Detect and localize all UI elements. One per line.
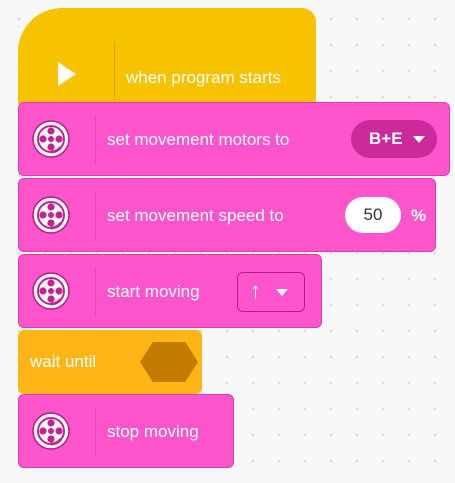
motor-ports-value: B+E — [369, 129, 403, 148]
play-icon — [58, 62, 76, 86]
when-program-starts-block[interactable]: when program starts — [18, 8, 316, 104]
block-divider — [95, 115, 96, 165]
block-label: set movement speed to — [107, 206, 284, 225]
block-label: stop moving — [107, 422, 199, 441]
motor-ports-dropdown[interactable]: B+E — [351, 120, 437, 158]
condition-slot[interactable] — [140, 342, 198, 382]
block-label: wait until — [30, 352, 97, 371]
chevron-down-icon — [412, 136, 425, 144]
motor-icon — [31, 271, 71, 311]
wait-until-block[interactable]: wait until — [18, 330, 202, 394]
stop-moving-block[interactable]: stop moving — [18, 394, 234, 468]
motor-icon — [31, 119, 71, 159]
block-divider — [95, 191, 96, 241]
start-moving-block[interactable]: start moving ↑ — [18, 254, 322, 328]
block-label: start moving — [107, 282, 200, 301]
block-label: when program starts — [126, 68, 281, 87]
block-label: set movement motors to — [107, 130, 290, 149]
motor-icon — [31, 195, 71, 235]
block-divider — [95, 267, 96, 317]
direction-dropdown[interactable]: ↑ — [237, 272, 305, 312]
speed-input[interactable]: 50 — [345, 197, 401, 233]
block-divider — [95, 407, 96, 457]
set-movement-motors-block[interactable]: set movement motors to B+E — [18, 102, 450, 176]
block-divider — [114, 42, 115, 98]
set-movement-speed-block[interactable]: set movement speed to 50 % — [18, 178, 436, 252]
percent-unit: % — [411, 206, 427, 225]
chevron-down-icon — [276, 289, 288, 296]
motor-icon — [31, 411, 71, 451]
arrow-up-icon: ↑ — [250, 278, 261, 303]
